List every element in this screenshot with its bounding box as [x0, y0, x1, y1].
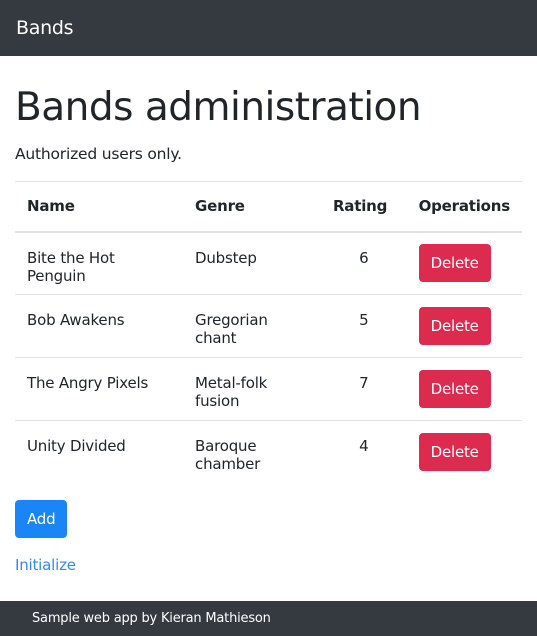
band-genre: Gregorian chant — [183, 294, 321, 358]
table-header-row: Name Genre Rating Operations — [15, 181, 522, 233]
page-subtitle: Authorized users only. — [15, 145, 182, 163]
band-name: Bob Awakens — [15, 294, 184, 358]
bands-table: Name Genre Rating Operations Bite the Ho… — [15, 181, 522, 484]
operations-cell: Delete — [406, 420, 522, 484]
band-genre: Baroque chamber — [183, 420, 321, 484]
delete-button[interactable]: Delete — [418, 370, 491, 408]
band-rating: 6 — [320, 231, 407, 295]
band-name: Bite the Hot Penguin — [15, 231, 184, 295]
band-rating: 5 — [320, 294, 407, 358]
table-row: Unity Divided Baroque chamber 4 Delete — [15, 420, 522, 484]
column-header-name: Name — [15, 181, 184, 233]
main-content: Bands administration Authorized users on… — [0, 86, 537, 574]
delete-button[interactable]: Delete — [418, 244, 491, 283]
column-header-genre: Genre — [183, 181, 321, 233]
footer: Sample web app by Kieran Mathieson — [0, 601, 537, 636]
footer-text: Sample web app by Kieran Mathieson — [32, 611, 271, 626]
add-button[interactable]: Add — [15, 499, 68, 538]
column-header-operations: Operations — [406, 181, 522, 233]
band-genre: Dubstep — [183, 231, 321, 295]
band-name: The Angry Pixels — [15, 357, 184, 421]
delete-button[interactable]: Delete — [418, 307, 491, 345]
operations-cell: Delete — [406, 357, 522, 421]
initialize-link[interactable]: Initialize — [15, 556, 76, 574]
table-row: The Angry Pixels Metal-folk fusion 7 Del… — [15, 357, 522, 421]
delete-button[interactable]: Delete — [418, 433, 491, 472]
operations-cell: Delete — [406, 231, 522, 295]
band-rating: 4 — [320, 420, 407, 484]
table-row: Bob Awakens Gregorian chant 5 Delete — [15, 294, 522, 358]
navbar-brand[interactable]: Bands — [16, 17, 73, 39]
page-title: Bands administration — [15, 85, 422, 130]
band-genre: Metal-folk fusion — [183, 357, 321, 421]
table-row: Bite the Hot Penguin Dubstep 6 Delete — [15, 231, 522, 295]
navbar: Bands — [0, 0, 537, 56]
add-wrapper: Add — [15, 499, 522, 538]
column-header-rating: Rating — [320, 181, 407, 233]
operations-cell: Delete — [406, 294, 522, 358]
band-rating: 7 — [320, 357, 407, 421]
band-name: Unity Divided — [15, 420, 184, 484]
